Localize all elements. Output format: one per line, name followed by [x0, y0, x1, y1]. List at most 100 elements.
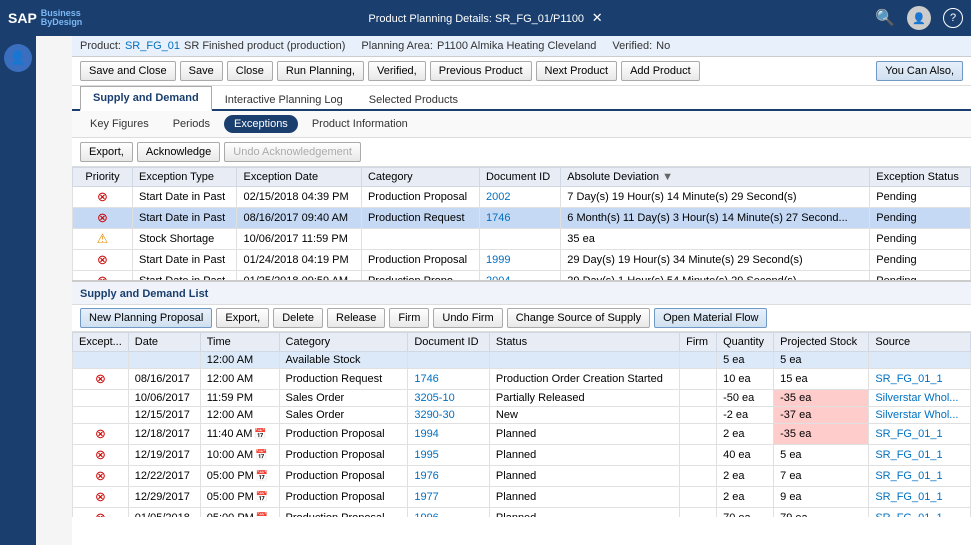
- sd-source-link[interactable]: SR_FG_01_1: [875, 449, 942, 461]
- sd-doc-id-link[interactable]: 3205-10: [414, 392, 454, 404]
- sd-doc-id-link[interactable]: 3290-30: [414, 409, 454, 421]
- exception-deviation: 29 Day(s) 1 Hour(s) 54 Minute(s) 29 Seco…: [561, 271, 870, 283]
- col-category: Category: [361, 168, 479, 187]
- release-button[interactable]: Release: [327, 308, 385, 328]
- sd-source[interactable]: SR_FG_01_1: [869, 445, 971, 466]
- sd-source-link[interactable]: SR_FG_01_1: [875, 512, 942, 517]
- sd-doc-id-link[interactable]: 1976: [414, 470, 438, 482]
- new-planning-button[interactable]: New Planning Proposal: [80, 308, 212, 328]
- sd-doc-id[interactable]: 1994: [408, 424, 490, 445]
- sub-tab-key-figures[interactable]: Key Figures: [80, 115, 159, 133]
- next-product-button[interactable]: Next Product: [536, 61, 618, 81]
- sd-source[interactable]: SR_FG_01_1: [869, 424, 971, 445]
- sd-doc-id[interactable]: 1977: [408, 487, 490, 508]
- sd-firm: [680, 445, 717, 466]
- sd-row[interactable]: ⊗ 12/18/2017 11:40 AM📅 Production Propos…: [73, 424, 971, 445]
- exception-row[interactable]: ⊗ Start Date in Past 01/25/2018 09:59 AM…: [73, 271, 971, 283]
- tab-selected-products[interactable]: Selected Products: [356, 88, 471, 111]
- delete-button[interactable]: Delete: [273, 308, 323, 328]
- exception-doc-id[interactable]: 1999: [479, 250, 560, 271]
- sd-row[interactable]: ⊗ 08/16/2017 12:00 AM Production Request…: [73, 369, 971, 390]
- sd-row[interactable]: 10/06/2017 11:59 PM Sales Order 3205-10 …: [73, 390, 971, 407]
- sd-doc-id[interactable]: 1996: [408, 508, 490, 518]
- sd-doc-id[interactable]: 1746: [408, 369, 490, 390]
- doc-id-link[interactable]: 1746: [486, 212, 510, 224]
- sd-source[interactable]: Silverstar Whol...: [869, 407, 971, 424]
- change-source-button[interactable]: Change Source of Supply: [507, 308, 650, 328]
- sd-source-link[interactable]: SR_FG_01_1: [875, 373, 942, 385]
- exception-row[interactable]: ⚠ Stock Shortage 10/06/2017 11:59 PM 35 …: [73, 229, 971, 250]
- sd-proj-stock: 9 ea: [774, 487, 869, 508]
- sd-doc-id[interactable]: 1995: [408, 445, 490, 466]
- tab-supply-demand[interactable]: Supply and Demand: [80, 86, 212, 111]
- sub-tab-product-info[interactable]: Product Information: [302, 115, 418, 133]
- previous-product-button[interactable]: Previous Product: [430, 61, 532, 81]
- exception-doc-id[interactable]: 1746: [479, 208, 560, 229]
- close-button[interactable]: Close: [227, 61, 273, 81]
- exceptions-action-bar: Export, Acknowledge Undo Acknowledgement: [72, 138, 971, 167]
- sd-row[interactable]: ⊗ 12/29/2017 05:00 PM📅 Production Propos…: [73, 487, 971, 508]
- help-icon[interactable]: ?: [943, 8, 963, 28]
- sd-except-col: ⊗: [73, 445, 129, 466]
- sd-doc-id-link[interactable]: 1995: [414, 449, 438, 461]
- sd-row[interactable]: ⊗ 12/19/2017 10:00 AM📅 Production Propos…: [73, 445, 971, 466]
- undo-firm-button[interactable]: Undo Firm: [433, 308, 502, 328]
- sd-source-link[interactable]: SR_FG_01_1: [875, 428, 942, 440]
- sd-doc-id[interactable]: 3290-30: [408, 407, 490, 424]
- exception-row[interactable]: ⊗ Start Date in Past 01/24/2018 04:19 PM…: [73, 250, 971, 271]
- doc-id-link[interactable]: 2004: [486, 275, 510, 282]
- sd-source[interactable]: SR_FG_01_1: [869, 508, 971, 518]
- sd-date: [128, 352, 200, 369]
- sd-source[interactable]: Silverstar Whol...: [869, 390, 971, 407]
- firm-button[interactable]: Firm: [389, 308, 429, 328]
- undo-acknowledge-button[interactable]: Undo Acknowledgement: [224, 142, 361, 162]
- sd-col-date: Date: [128, 333, 200, 352]
- sd-source-link[interactable]: SR_FG_01_1: [875, 491, 942, 503]
- sd-doc-id-link[interactable]: 1994: [414, 428, 438, 440]
- export-exceptions-button[interactable]: Export,: [80, 142, 133, 162]
- title-close-button[interactable]: ✕: [592, 10, 603, 26]
- doc-id-link[interactable]: 2002: [486, 191, 510, 203]
- user-avatar-icon[interactable]: 👤: [907, 6, 931, 30]
- sd-row[interactable]: ⊗ 01/05/2018 05:00 PM📅 Production Propos…: [73, 508, 971, 518]
- exception-doc-id[interactable]: [479, 229, 560, 250]
- supply-demand-table: Except... Date Time Category Document ID…: [72, 332, 971, 517]
- you-can-also-button[interactable]: You Can Also,: [876, 61, 963, 81]
- doc-id-link[interactable]: 1999: [486, 254, 510, 266]
- sd-doc-id[interactable]: 1976: [408, 466, 490, 487]
- sd-source-link[interactable]: Silverstar Whol...: [875, 392, 958, 404]
- sd-source[interactable]: SR_FG_01_1: [869, 369, 971, 390]
- save-close-button[interactable]: Save and Close: [80, 61, 176, 81]
- sd-source-link[interactable]: Silverstar Whol...: [875, 409, 958, 421]
- sd-row[interactable]: ⊗ 12/22/2017 05:00 PM📅 Production Propos…: [73, 466, 971, 487]
- sd-row[interactable]: 12:00 AM Available Stock 5 ea 5 ea: [73, 352, 971, 369]
- open-material-flow-button[interactable]: Open Material Flow: [654, 308, 767, 328]
- sd-row[interactable]: 12/15/2017 12:00 AM Sales Order 3290-30 …: [73, 407, 971, 424]
- add-product-button[interactable]: Add Product: [621, 61, 700, 81]
- sd-doc-id[interactable]: [408, 352, 490, 369]
- exception-doc-id[interactable]: 2004: [479, 271, 560, 283]
- exception-row[interactable]: ⊗ Start Date in Past 02/15/2018 04:39 PM…: [73, 187, 971, 208]
- product-link[interactable]: SR_FG_01: [125, 40, 180, 52]
- sub-tab-periods[interactable]: Periods: [163, 115, 220, 133]
- search-icon[interactable]: 🔍: [875, 8, 895, 28]
- sd-source[interactable]: SR_FG_01_1: [869, 487, 971, 508]
- sd-export-button[interactable]: Export,: [216, 308, 269, 328]
- sd-source[interactable]: [869, 352, 971, 369]
- sub-tab-exceptions[interactable]: Exceptions: [224, 115, 298, 133]
- user-sidebar-avatar[interactable]: 👤: [4, 44, 32, 72]
- save-button[interactable]: Save: [180, 61, 223, 81]
- sd-date: 12/29/2017: [128, 487, 200, 508]
- sd-doc-id-link[interactable]: 1746: [414, 373, 438, 385]
- sd-source-link[interactable]: SR_FG_01_1: [875, 470, 942, 482]
- sd-doc-id[interactable]: 3205-10: [408, 390, 490, 407]
- run-planning-button[interactable]: Run Planning,: [277, 61, 364, 81]
- sd-source[interactable]: SR_FG_01_1: [869, 466, 971, 487]
- exception-row[interactable]: ⊗ Start Date in Past 08/16/2017 09:40 AM…: [73, 208, 971, 229]
- sd-doc-id-link[interactable]: 1996: [414, 512, 438, 517]
- exception-doc-id[interactable]: 2002: [479, 187, 560, 208]
- verified-button[interactable]: Verified,: [368, 61, 426, 81]
- sd-doc-id-link[interactable]: 1977: [414, 491, 438, 503]
- acknowledge-button[interactable]: Acknowledge: [137, 142, 220, 162]
- tab-interactive-planning[interactable]: Interactive Planning Log: [212, 88, 356, 111]
